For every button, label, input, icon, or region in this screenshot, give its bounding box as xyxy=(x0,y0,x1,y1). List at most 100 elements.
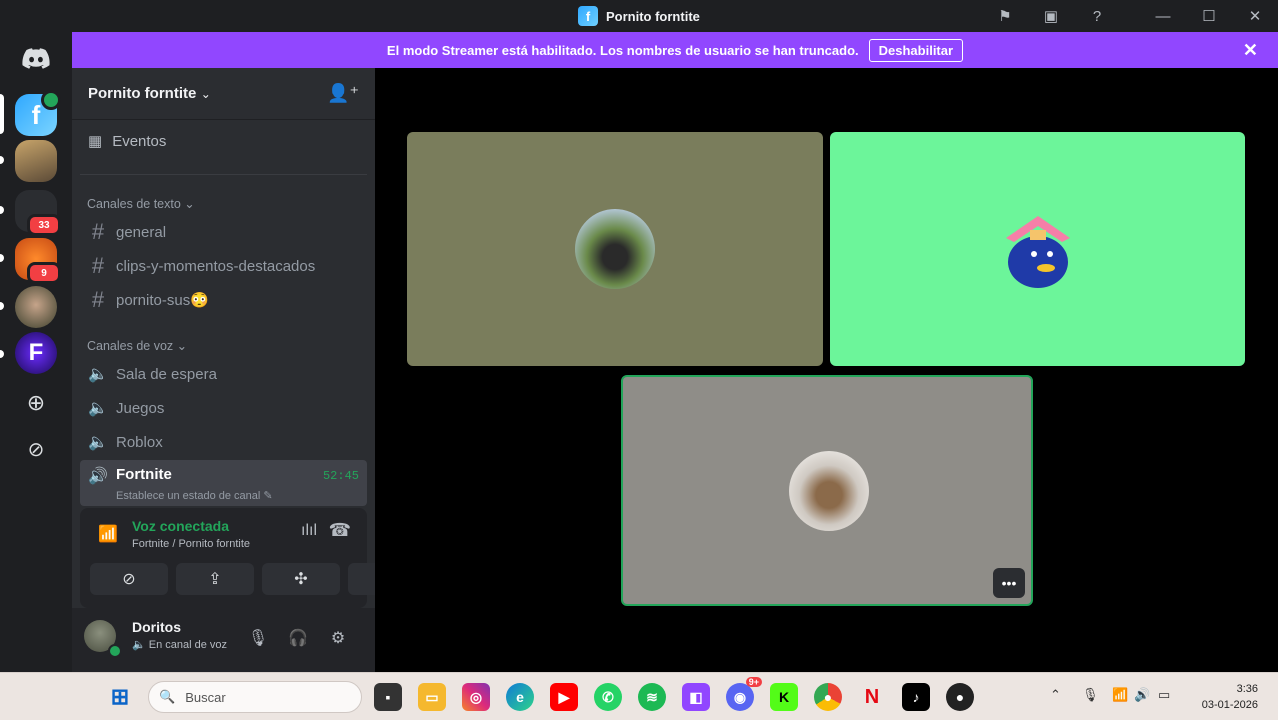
online-status-dot xyxy=(108,644,122,658)
settings-gear-icon[interactable]: ⚙ xyxy=(322,622,354,654)
taskbar-search[interactable]: 🔍 Buscar xyxy=(148,681,362,713)
share-screen-button[interactable]: ⇪ xyxy=(176,563,254,595)
speaker-icon: 🔈 xyxy=(88,400,108,417)
user-panel: Doritos 🔈 En canal de voz 🎙 🎧 ⚙ xyxy=(72,608,375,672)
twitch-icon[interactable]: ◧ xyxy=(682,683,710,711)
whatsapp-icon[interactable]: ✆ xyxy=(594,683,622,711)
close-window-icon[interactable]: ✕ xyxy=(1232,0,1278,32)
events-label: Eventos xyxy=(112,132,167,150)
channel-pornito-sus[interactable]: # pornito-sus😳 xyxy=(80,284,367,316)
speaker-icon: 🔈 xyxy=(88,366,108,383)
unread-pill xyxy=(0,350,4,358)
invite-user-icon[interactable]: 👤⁺ xyxy=(327,83,359,104)
channel-label: Juegos xyxy=(116,399,165,417)
voice-channel-roblox[interactable]: 🔈 Roblox xyxy=(80,426,367,458)
inbox-flag-icon[interactable]: ⚑ xyxy=(982,0,1028,32)
title-bar: f Pornito forntite ⚑ ▣ ? — ☐ ✕ xyxy=(0,0,1278,32)
hash-icon: # xyxy=(91,287,105,312)
camera-off-button[interactable]: ⊘ xyxy=(90,563,168,595)
add-server-icon[interactable]: ⊕ xyxy=(15,382,57,424)
task-view-icon[interactable]: ▪ xyxy=(374,683,402,711)
calendar-icon: ▦ xyxy=(88,133,103,150)
discord-home-icon[interactable] xyxy=(15,38,57,80)
maximize-icon[interactable]: ☐ xyxy=(1186,0,1232,32)
netflix-icon[interactable]: N xyxy=(858,683,886,711)
user-voice-status: 🔈 En canal de voz xyxy=(132,638,227,651)
mention-badge: 33 xyxy=(27,214,61,236)
channel-label: Sala de espera xyxy=(116,365,217,383)
channel-label: general xyxy=(116,223,167,241)
set-channel-status[interactable]: Establece un estado de canal ✎ xyxy=(116,489,273,502)
search-placeholder: Buscar xyxy=(185,689,226,705)
help-icon[interactable]: ? xyxy=(1074,0,1120,32)
discord-notification-badge: 9+ xyxy=(745,677,762,687)
category-voice[interactable]: Canales de voz ⌄ xyxy=(87,338,187,353)
voice-channel-fortnite[interactable]: 🔊 Fortnite 52:45 Establece un estado de … xyxy=(80,460,367,506)
battery-icon[interactable]: ▭ xyxy=(1158,687,1170,703)
app-icon: f xyxy=(578,6,598,26)
discord-taskbar-icon[interactable]: ◉ 9+ xyxy=(726,677,762,711)
channel-clips[interactable]: # clips-y-momentos-destacados xyxy=(80,250,367,282)
user-name[interactable]: Doritos xyxy=(132,619,181,635)
noise-suppression-icon[interactable]: ılıl xyxy=(301,522,317,540)
disable-streamer-button[interactable]: Deshabilitar xyxy=(868,38,964,62)
edge-icon[interactable]: e xyxy=(506,683,534,711)
chrome-icon[interactable]: ● xyxy=(814,683,842,711)
app-icon[interactable]: ● xyxy=(946,683,974,711)
participant-avatar xyxy=(1006,216,1070,288)
divider xyxy=(80,174,367,175)
windows-start-icon[interactable]: ⊞ xyxy=(106,683,134,711)
tiktok-icon[interactable]: ♪ xyxy=(902,683,930,711)
participant-tile[interactable] xyxy=(830,132,1245,366)
screen-share-icon: ⇪ xyxy=(208,571,222,588)
activities-icon: ✣ xyxy=(294,571,308,588)
headphones-icon[interactable]: 🎧 xyxy=(282,622,314,654)
speaker-icon: 🔈 xyxy=(132,639,146,651)
mic-icon[interactable]: 🎙 xyxy=(242,622,274,654)
server-3[interactable]: 33 xyxy=(15,190,61,236)
banner-message: El modo Streamer está habilitado. Los no… xyxy=(386,42,859,58)
activities-button[interactable]: ✣ xyxy=(262,563,340,595)
category-text[interactable]: Canales de texto ⌄ xyxy=(87,196,195,211)
wifi-icon[interactable]: 📶 xyxy=(1112,687,1128,703)
voice-channel-sala[interactable]: 🔈 Sala de espera xyxy=(80,358,367,390)
server-rail: f 33 9 F ⊕ ⊘ xyxy=(0,32,72,672)
spotify-icon[interactable]: ≋ xyxy=(638,683,666,711)
mention-badge: 9 xyxy=(27,262,61,284)
more-options-button[interactable]: ••• xyxy=(993,568,1025,598)
server-6[interactable]: F xyxy=(15,332,57,374)
server-4[interactable]: 9 xyxy=(15,238,61,284)
guild-header[interactable]: Pornito forntite ⌄ 👤⁺ xyxy=(72,68,375,120)
voice-status[interactable]: Voz conectada xyxy=(132,518,229,534)
youtube-icon[interactable]: ▶ xyxy=(550,683,578,711)
windows-taskbar: ⊞ 🔍 Buscar ▪ ▭ ◎ e ▶ ✆ ≋ ◧ ◉ 9+ K ● N ♪ … xyxy=(0,672,1278,720)
close-banner-icon[interactable]: ✕ xyxy=(1243,40,1258,61)
hash-icon: # xyxy=(91,219,105,244)
show-hidden-icons[interactable]: ⌃ xyxy=(1050,687,1061,703)
instagram-icon[interactable]: ◎ xyxy=(462,683,490,711)
minimize-icon[interactable]: — xyxy=(1140,0,1186,32)
user-status-label: En canal de voz xyxy=(148,639,228,651)
participant-tile[interactable] xyxy=(407,132,823,366)
events-row[interactable]: ▦ Eventos xyxy=(88,132,167,151)
channel-general[interactable]: # general xyxy=(80,216,367,248)
file-explorer-icon[interactable]: ▭ xyxy=(418,683,446,711)
category-text-label: Canales de texto xyxy=(87,197,181,211)
kick-icon[interactable]: K xyxy=(770,683,798,711)
participant-tile-speaking[interactable]: ••• xyxy=(621,375,1033,606)
streamer-mode-banner: El modo Streamer está habilitado. Los no… xyxy=(72,32,1278,68)
server-pornito-forntite[interactable]: f xyxy=(15,90,61,136)
discover-compass-icon[interactable]: ⊘ xyxy=(15,428,57,470)
screen-share-icon[interactable]: ▣ xyxy=(1028,0,1074,32)
server-avatar-2[interactable] xyxy=(15,140,57,182)
server-5[interactable] xyxy=(15,286,57,328)
video-stage: ••• xyxy=(375,68,1278,672)
mic-tray-icon[interactable]: 🎙 xyxy=(1082,687,1099,703)
unread-pill xyxy=(0,254,4,262)
disconnect-icon[interactable]: ☎ xyxy=(329,520,351,541)
system-clock[interactable]: 3:36 03-01-2026 xyxy=(1202,681,1258,713)
speaker-icon: 🔈 xyxy=(88,434,108,451)
voice-channel-juegos[interactable]: 🔈 Juegos xyxy=(80,392,367,424)
hash-icon: # xyxy=(91,253,105,278)
volume-icon[interactable]: 🔊 xyxy=(1134,687,1150,703)
